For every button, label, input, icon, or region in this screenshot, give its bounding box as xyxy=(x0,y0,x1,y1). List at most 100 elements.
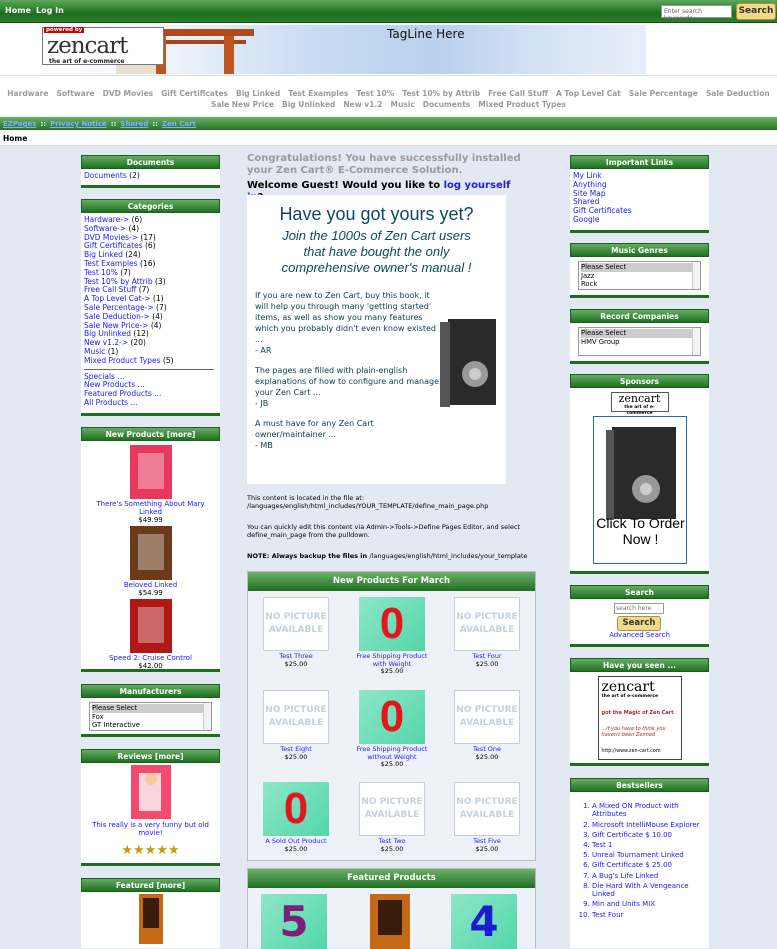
header-search-button[interactable]: Search xyxy=(736,3,776,20)
bestseller-item[interactable]: A Mixed ON Product with Attributes xyxy=(592,802,705,819)
review-text[interactable]: This really is a very funny but old movi… xyxy=(81,821,220,837)
featured-item-image[interactable]: 5 xyxy=(261,894,327,949)
category-tab[interactable]: DVD Movies xyxy=(103,89,154,98)
record-companies-select[interactable]: Please Select HMV Group xyxy=(578,327,701,356)
category-link[interactable]: Sale New Price-> xyxy=(84,321,148,330)
ezpage-link[interactable]: EZPages xyxy=(3,120,36,128)
product-name-link[interactable]: Beloved Linked xyxy=(81,581,220,589)
bestseller-item[interactable]: Test 1 xyxy=(592,841,705,849)
ezpage-link[interactable]: Privacy Notice xyxy=(50,120,107,128)
category-link[interactable]: Sale Percentage-> xyxy=(84,303,154,312)
no-picture-image[interactable]: NO PICTURE AVAILABLE xyxy=(454,782,520,836)
product-name-link[interactable]: Free Shipping Product with Weight xyxy=(352,652,432,668)
review-product-image[interactable] xyxy=(130,765,171,819)
category-link[interactable]: Sale Deduction-> xyxy=(84,312,150,321)
product-image[interactable] xyxy=(129,599,172,653)
category-tab[interactable]: New v1.2 xyxy=(343,100,382,109)
category-link[interactable]: Gift Certificates xyxy=(84,241,143,250)
category-tab[interactable]: Big Linked xyxy=(236,89,280,98)
bestseller-item[interactable]: Gift Certificate $ 10.00 xyxy=(592,831,705,839)
category-link[interactable]: New v1.2-> xyxy=(84,338,128,347)
breadcrumb-home[interactable]: Home xyxy=(3,134,27,143)
product-name-link[interactable]: There's Something About Mary Linked xyxy=(81,500,220,516)
ezpage-link[interactable]: Zen Cart xyxy=(162,120,196,128)
category-extra-link[interactable]: All Products ... xyxy=(84,398,217,408)
bestseller-item[interactable]: Gift Certificate $ 25.00 xyxy=(592,861,705,869)
select-option[interactable]: HMV Group xyxy=(581,338,698,347)
category-tab[interactable]: Free Call Stuff xyxy=(488,89,548,98)
featured-product-image[interactable] xyxy=(138,894,163,944)
category-link[interactable]: Software-> xyxy=(84,224,126,233)
bestseller-item[interactable]: Unreal Tournament Linked xyxy=(592,851,705,859)
category-tab[interactable]: Sale Percentage xyxy=(629,89,698,98)
bestseller-item[interactable]: Microsoft IntelliMouse Explorer xyxy=(592,821,705,829)
ezpage-link[interactable]: Shared xyxy=(120,120,148,128)
bestseller-item[interactable]: Die Hard With A Vengeance Linked xyxy=(592,882,705,899)
no-picture-image[interactable]: NO PICTURE AVAILABLE xyxy=(454,597,520,651)
featured-item-image[interactable]: 4 xyxy=(451,894,517,949)
select-option[interactable]: GT Interactive xyxy=(92,721,209,730)
login-link[interactable]: Log In xyxy=(36,6,64,15)
bestseller-item[interactable]: Min and Units MIX xyxy=(592,900,705,908)
product-name-link[interactable]: Speed 2: Cruise Control xyxy=(81,654,220,662)
advanced-search-link[interactable]: Advanced Search xyxy=(570,631,709,639)
category-link[interactable]: Big Linked xyxy=(84,250,123,259)
no-picture-image[interactable]: NO PICTURE AVAILABLE xyxy=(263,690,329,744)
zero-product-image[interactable]: 0 xyxy=(359,597,425,651)
category-tab[interactable]: Sale Deduction xyxy=(706,89,770,98)
category-tab[interactable]: Sale New Price xyxy=(211,100,274,109)
scrollbar[interactable] xyxy=(203,703,211,730)
category-link[interactable]: Mixed Product Types xyxy=(84,356,161,365)
select-option[interactable]: Please Select xyxy=(581,329,698,338)
zencart-logo[interactable]: powered by zencart the art of e-commerce xyxy=(42,27,164,65)
sidebar-search-input[interactable]: search here xyxy=(614,603,664,614)
featured-item-image[interactable] xyxy=(370,894,410,949)
category-tab[interactable]: Test Examples xyxy=(288,89,348,98)
scrollbar[interactable] xyxy=(692,328,700,355)
have-you-seen-ad[interactable]: zencart the art of e-commerce got the Ma… xyxy=(597,676,682,760)
product-image[interactable] xyxy=(129,526,172,580)
category-tab[interactable]: Gift Certificates xyxy=(161,89,228,98)
bestseller-item[interactable]: A Bug's Life Linked xyxy=(592,872,705,880)
important-link[interactable]: Google xyxy=(573,215,706,225)
no-picture-image[interactable]: NO PICTURE AVAILABLE xyxy=(263,597,329,651)
category-link[interactable]: Test Examples xyxy=(84,259,138,268)
select-option[interactable]: Rock xyxy=(581,280,698,289)
sponsor-book-ad[interactable]: Click To Order Now ! xyxy=(592,416,687,564)
category-link[interactable]: DVD Movies-> xyxy=(84,233,138,242)
category-tab[interactable]: A Top Level Cat xyxy=(556,89,621,98)
category-tab[interactable]: Hardware xyxy=(7,89,48,98)
zero-product-image[interactable]: 0 xyxy=(359,690,425,744)
promo-image[interactable]: Have you got yours yet? Join the 1000s o… xyxy=(247,195,506,484)
product-image[interactable] xyxy=(129,445,172,499)
category-link[interactable]: Free Call Stuff xyxy=(84,285,136,294)
select-option[interactable]: Jazz xyxy=(581,272,698,281)
select-option[interactable]: Please Select xyxy=(581,263,698,272)
category-tab[interactable]: Software xyxy=(56,89,94,98)
category-tab[interactable]: Big Unlinked xyxy=(282,100,335,109)
product-name-link[interactable]: Free Shipping Product without Weight xyxy=(352,745,432,761)
category-tab[interactable]: Test 10% by Attrib xyxy=(402,89,480,98)
category-link[interactable]: Test 10% xyxy=(84,268,118,277)
category-link[interactable]: Test 10% by Attrib xyxy=(84,277,153,286)
category-tab[interactable]: Music xyxy=(391,100,415,109)
category-tab[interactable]: Documents xyxy=(423,100,470,109)
no-picture-image[interactable]: NO PICTURE AVAILABLE xyxy=(359,782,425,836)
category-tab[interactable]: Test 10% xyxy=(356,89,394,98)
header-search-input[interactable]: Enter search keywords xyxy=(661,5,732,22)
music-genres-select[interactable]: Please Select Jazz Rock xyxy=(578,261,701,290)
select-option[interactable]: Fox xyxy=(92,713,209,722)
home-link[interactable]: Home xyxy=(5,6,31,15)
sidebar-search-button[interactable]: Search xyxy=(617,616,661,631)
select-option[interactable]: Please Select xyxy=(92,704,209,713)
bestseller-item[interactable]: Test Four xyxy=(592,911,705,919)
manufacturers-select[interactable]: Please Select Fox GT Interactive xyxy=(89,702,212,731)
scrollbar[interactable] xyxy=(692,262,700,289)
category-link[interactable]: Music xyxy=(84,347,105,356)
zero-product-image[interactable]: 0 xyxy=(263,782,329,836)
category-link[interactable]: Hardware-> xyxy=(84,215,129,224)
category-tab[interactable]: Mixed Product Types xyxy=(478,100,566,109)
category-link[interactable]: Big Unlinked xyxy=(84,329,131,338)
sponsor-logo[interactable]: zencart the art of e-commerce xyxy=(610,392,669,416)
documents-link[interactable]: Documents xyxy=(84,171,127,180)
